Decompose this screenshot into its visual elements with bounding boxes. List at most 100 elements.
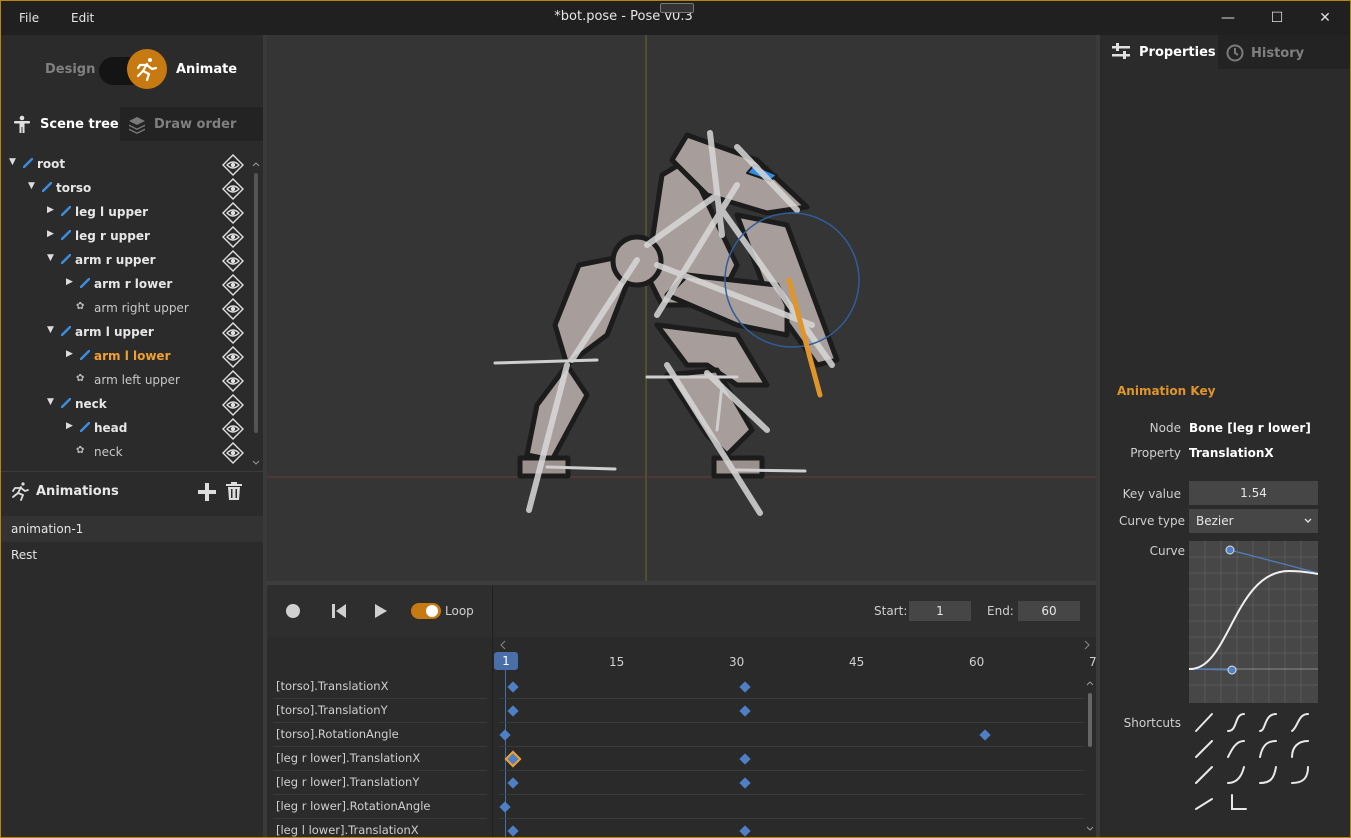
visibility-eye-icon[interactable]	[222, 226, 244, 248]
delete-animation-button[interactable]	[226, 482, 242, 500]
visibility-eye-icon[interactable]	[222, 442, 244, 464]
bone-icon	[61, 206, 71, 216]
expand-right-icon[interactable]: ▶	[66, 277, 73, 287]
scene-viewport[interactable]	[267, 35, 1096, 581]
ease-in-2-curve-icon[interactable]	[1259, 766, 1277, 784]
sprite-icon: ✿	[76, 445, 85, 456]
shortcuts-label: Shortcuts	[1123, 716, 1181, 730]
tree-item-label: arm r lower	[94, 277, 173, 291]
linear-curve-icon[interactable]	[1195, 713, 1213, 732]
track-label[interactable]: [torso].TranslationY	[276, 703, 388, 717]
current-frame-marker[interactable]: 1	[494, 652, 518, 670]
tab-scene-tree[interactable]: Scene tree	[1, 107, 120, 141]
visibility-eye-icon[interactable]	[222, 346, 244, 368]
tree-item-label: torso	[56, 181, 92, 195]
start-frame-input[interactable]: 1	[909, 601, 971, 621]
expand-right-icon[interactable]: ▶	[66, 349, 73, 359]
ease-out-3-curve-icon[interactable]	[1291, 740, 1309, 758]
expand-down-icon[interactable]: ▼	[47, 397, 54, 407]
keyframe-area[interactable]	[493, 637, 1096, 837]
tree-item[interactable]: ▶ arm l lower	[1, 345, 249, 369]
track-label[interactable]: [leg r lower].RotationAngle	[276, 799, 431, 813]
ease-out-curve-icon[interactable]	[1227, 740, 1245, 758]
record-button[interactable]	[285, 603, 301, 619]
minimize-button[interactable]: —	[1215, 7, 1241, 29]
tree-item[interactable]: ▶ leg r upper	[1, 225, 249, 249]
tree-item[interactable]: ▶ leg l upper	[1, 201, 249, 225]
loop-toggle[interactable]	[410, 602, 442, 620]
curve-type-select[interactable]: Bezier	[1189, 509, 1318, 533]
bone-icon	[61, 398, 71, 408]
mode-animate-label[interactable]: Animate	[176, 62, 237, 77]
linear-2-curve-icon[interactable]	[1195, 740, 1213, 758]
add-animation-button[interactable]	[198, 483, 216, 501]
timeline-scrollbar[interactable]	[1085, 679, 1095, 835]
linear-3-curve-icon[interactable]	[1195, 766, 1213, 784]
tree-item[interactable]: ▼ arm l upper	[1, 321, 249, 345]
visibility-eye-icon[interactable]	[222, 274, 244, 296]
expand-down-icon[interactable]: ▼	[28, 181, 35, 191]
drag-handle-icon[interactable]	[660, 3, 694, 13]
track-separator	[273, 794, 487, 795]
visibility-eye-icon[interactable]	[222, 178, 244, 200]
curve-editor[interactable]	[1189, 541, 1318, 703]
expand-down-icon[interactable]: ▼	[47, 253, 54, 263]
tab-properties-label: Properties	[1139, 45, 1216, 60]
ruler-label: 15	[609, 655, 625, 669]
expand-right-icon[interactable]: ▶	[47, 229, 54, 239]
track-label[interactable]: [torso].TranslationX	[276, 679, 388, 693]
track-label[interactable]: [leg r lower].TranslationX	[276, 751, 420, 765]
end-frame-input[interactable]: 60	[1018, 601, 1080, 621]
tree-item[interactable]: ▼ arm r upper	[1, 249, 249, 273]
tab-draw-order[interactable]: Draw order	[120, 107, 263, 141]
animation-item-2[interactable]: Rest	[1, 542, 263, 568]
tree-item[interactable]: ▶ arm r lower	[1, 273, 249, 297]
visibility-eye-icon[interactable]	[222, 418, 244, 440]
visibility-eye-icon[interactable]	[222, 370, 244, 392]
close-button[interactable]: ✕	[1312, 7, 1338, 29]
mode-toggle-knob[interactable]	[127, 49, 167, 89]
play-button[interactable]	[373, 603, 389, 619]
ease-out-2-curve-icon[interactable]	[1259, 740, 1277, 758]
expand-down-icon[interactable]: ▼	[9, 157, 16, 167]
key-value-input[interactable]: 1.54	[1189, 481, 1318, 505]
visibility-eye-icon[interactable]	[222, 202, 244, 224]
ease-in-out-2-curve-icon[interactable]	[1259, 713, 1277, 732]
ease-in-out-3-curve-icon[interactable]	[1291, 713, 1309, 732]
expand-down-icon[interactable]: ▼	[47, 325, 54, 335]
tree-item-label: neck	[75, 397, 107, 411]
chevron-left-icon[interactable]	[498, 639, 508, 651]
mode-design-label[interactable]: Design	[45, 62, 95, 77]
expand-right-icon[interactable]: ▶	[47, 205, 54, 215]
sliders-icon	[1112, 43, 1130, 59]
ease-in-curve-icon[interactable]	[1227, 766, 1245, 784]
tree-item[interactable]: ▼ neck	[1, 393, 249, 417]
tree-item[interactable]: ▼ root	[1, 153, 249, 177]
skip-to-start-button[interactable]	[331, 603, 347, 619]
tree-item[interactable]: ▶ head	[1, 417, 249, 441]
scene-tree-scrollbar[interactable]	[252, 161, 260, 469]
tree-item[interactable]: ✿ arm left upper	[1, 369, 249, 393]
visibility-eye-icon[interactable]	[222, 394, 244, 416]
tree-item[interactable]: ✿ neck	[1, 441, 249, 465]
track-label[interactable]: [leg l lower].TranslationX	[276, 823, 419, 837]
tab-properties[interactable]: Properties	[1100, 35, 1218, 69]
tab-history[interactable]: History	[1218, 35, 1350, 69]
track-label[interactable]: [leg r lower].TranslationY	[276, 775, 419, 789]
tree-item[interactable]: ✿ arm right upper	[1, 297, 249, 321]
chevron-right-icon[interactable]	[1082, 639, 1092, 651]
expand-right-icon[interactable]: ▶	[66, 421, 73, 431]
animation-item-1[interactable]: animation-1	[1, 516, 263, 542]
step-curve-icon[interactable]	[1231, 794, 1247, 810]
maximize-button[interactable]: ☐	[1264, 7, 1290, 29]
ease-in-out-curve-icon[interactable]	[1227, 713, 1245, 732]
node-value: Bone [leg r lower]	[1189, 421, 1311, 435]
linear-4-curve-icon[interactable]	[1195, 798, 1213, 810]
visibility-eye-icon[interactable]	[222, 250, 244, 272]
track-label[interactable]: [torso].RotationAngle	[276, 727, 399, 741]
visibility-eye-icon[interactable]	[222, 298, 244, 320]
tree-item[interactable]: ▼ torso	[1, 177, 249, 201]
ease-in-3-curve-icon[interactable]	[1291, 766, 1309, 784]
visibility-eye-icon[interactable]	[222, 154, 244, 176]
visibility-eye-icon[interactable]	[222, 322, 244, 344]
